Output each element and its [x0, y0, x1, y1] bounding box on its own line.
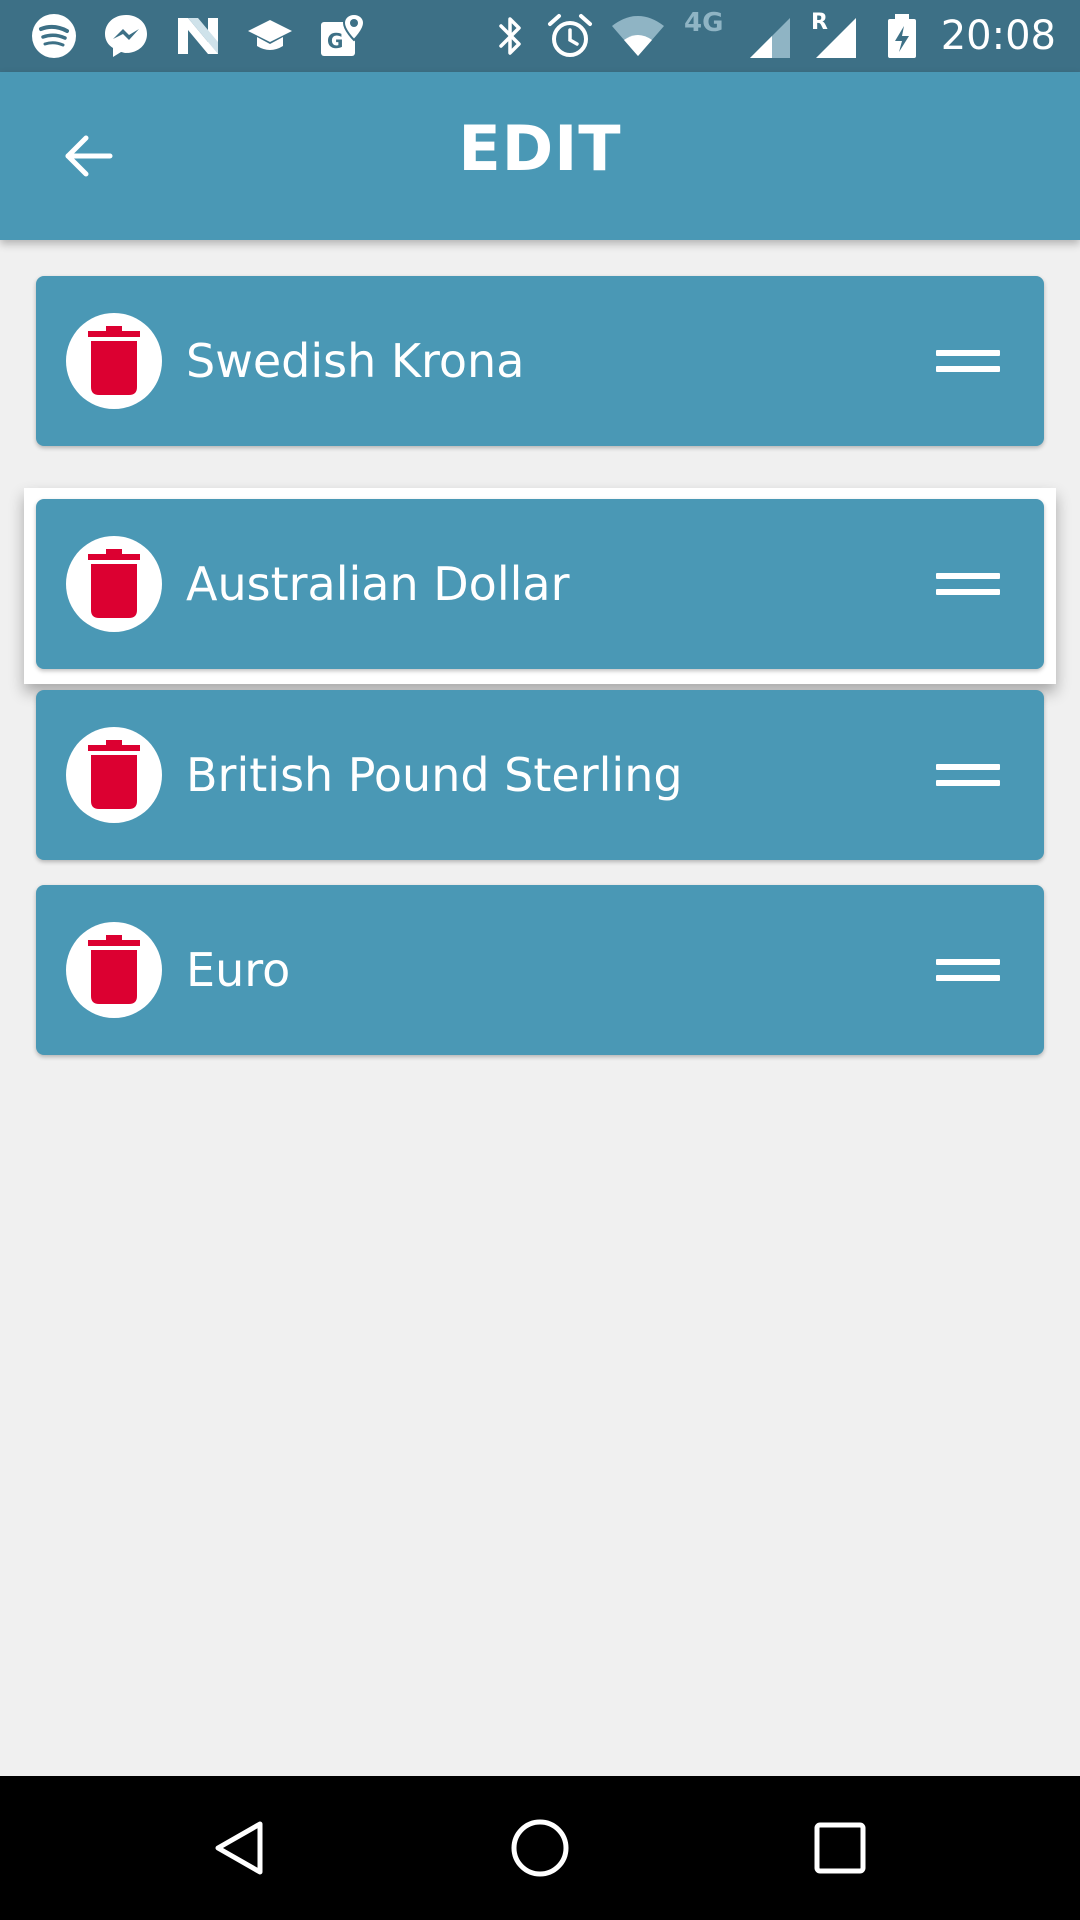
page-title: EDIT — [458, 112, 622, 185]
recents-square-icon — [814, 1822, 866, 1874]
trash-icon — [88, 326, 140, 395]
maps-icon: G — [318, 12, 366, 60]
trash-icon — [88, 935, 140, 1004]
delete-button[interactable] — [66, 313, 162, 409]
drag-handle-icon[interactable] — [936, 750, 1000, 800]
drag-handle-icon[interactable] — [936, 945, 1000, 995]
drag-handle-icon[interactable] — [936, 559, 1000, 609]
delete-button[interactable] — [66, 922, 162, 1018]
trash-icon — [88, 740, 140, 809]
graduation-cap-icon — [246, 12, 294, 60]
roaming-signal-icon — [812, 12, 860, 60]
nav-back-button[interactable] — [200, 1808, 280, 1888]
back-triangle-icon — [215, 1821, 263, 1875]
currency-name: Australian Dollar — [186, 557, 570, 611]
currency-card[interactable]: Swedish Krona — [36, 276, 1044, 446]
currency-name: Swedish Krona — [186, 334, 525, 388]
home-circle-icon — [511, 1819, 569, 1877]
trash-icon — [88, 549, 140, 618]
nav-recents-button[interactable] — [800, 1808, 880, 1888]
spotify-icon — [30, 12, 78, 60]
currency-card[interactable]: British Pound Sterling — [36, 690, 1044, 860]
currency-name: Euro — [186, 943, 291, 997]
nav-home-button[interactable] — [500, 1808, 580, 1888]
currency-name: British Pound Sterling — [186, 748, 683, 802]
bluetooth-icon — [486, 12, 534, 60]
delete-button[interactable] — [66, 536, 162, 632]
battery-charging-icon — [884, 12, 920, 60]
wifi-icon — [610, 12, 664, 60]
drag-handle-icon[interactable] — [936, 336, 1000, 386]
messenger-icon — [102, 12, 150, 60]
currency-card[interactable]: Euro — [36, 885, 1044, 1055]
svg-text:G: G — [327, 29, 343, 53]
n-app-icon — [174, 12, 222, 60]
app-bar: EDIT — [0, 72, 1080, 240]
delete-button[interactable] — [66, 727, 162, 823]
currency-card[interactable]: Australian Dollar — [36, 499, 1044, 669]
system-nav-bar — [0, 1776, 1080, 1920]
status-bar: G 4G R 20:08 — [0, 0, 1080, 72]
alarm-icon — [546, 12, 594, 60]
signal-icon — [746, 12, 794, 60]
clock: 20:08 — [940, 13, 1056, 59]
network-type-label: 4G — [684, 8, 724, 38]
